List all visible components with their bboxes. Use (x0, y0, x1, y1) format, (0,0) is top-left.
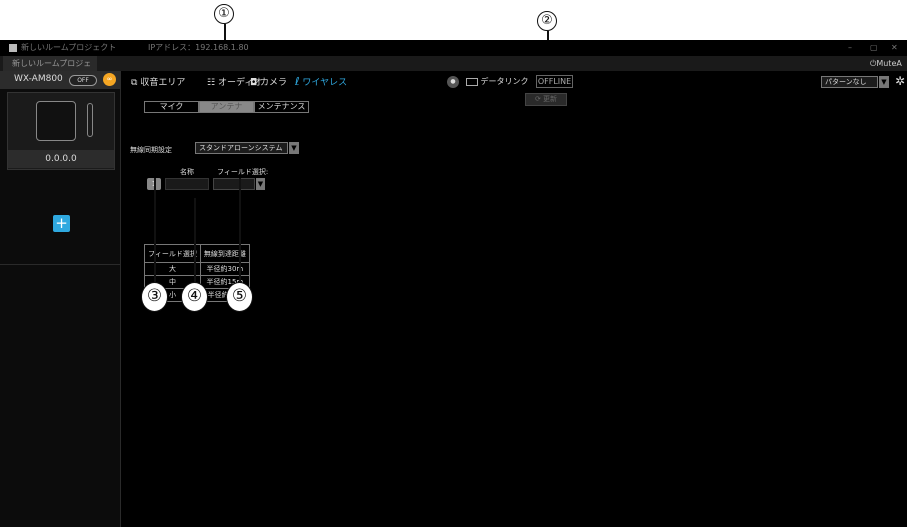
sidebar-divider (0, 264, 121, 265)
tab-label: ワイヤレス (302, 78, 348, 88)
microphone-icon (87, 103, 93, 137)
settings-gear-icon[interactable]: ✲ (895, 74, 905, 88)
callout-4: ④ (181, 282, 208, 312)
project-title: 新しいルームプロジェクト (21, 43, 117, 52)
camera-icon: ◘ (250, 78, 258, 88)
table-cell: 大 (144, 262, 201, 276)
minimize-icon[interactable]: – (848, 40, 852, 56)
offline-status: OFFLINE (536, 75, 573, 88)
pattern-select[interactable]: パターンなし (821, 76, 878, 88)
maximize-icon[interactable]: ▢ (870, 40, 878, 56)
datalink-button[interactable]: データリンク (466, 76, 529, 87)
callout-3-leader (154, 178, 156, 282)
wireless-icon: ℓ (295, 75, 300, 88)
table-header-row: フィールド選択 無線到達距離 (144, 244, 250, 263)
device-name: WX-AM800 (14, 74, 63, 84)
callout-5: ⑤ (226, 282, 253, 312)
sync-dropdown-icon[interactable]: ▼ (289, 142, 299, 154)
callout-3: ③ (141, 282, 168, 312)
tab-label: カメラ (260, 78, 288, 88)
subtab-mic[interactable]: マイク (144, 101, 199, 113)
tab-camera[interactable]: ◘ カメラ (250, 75, 287, 88)
add-device-button[interactable]: + (53, 215, 70, 232)
device-ip: 0.0.0.0 (8, 150, 114, 168)
link-badge-icon: ∞ (103, 73, 116, 86)
callout-5-leader (239, 178, 241, 282)
table-header-cell: フィールド選択 (144, 244, 201, 263)
device-off-toggle[interactable]: OFF (69, 75, 97, 86)
sync-select[interactable]: スタンドアローンシステム (195, 142, 288, 154)
device-card[interactable]: 0.0.0.0 (7, 92, 115, 170)
mute-all-button[interactable]: ⏻MuteA (870, 56, 902, 71)
callout-2: ② (537, 11, 557, 31)
tab-sound-area[interactable]: ⧉ 収音エリア (131, 75, 185, 88)
menu-bar: 新しいルームプロジェ ⏻MuteA (0, 56, 907, 71)
subtab-antenna[interactable]: アンテナ (199, 101, 254, 113)
app-window: 新しいルームプロジェクト IPアドレス：192.168.1.80 – ▢ ✕ 新… (0, 40, 907, 527)
audio-icon: ☷ (207, 78, 216, 88)
app-logo-icon (9, 44, 17, 52)
callout-1: ① (214, 4, 234, 24)
field-select[interactable] (213, 178, 255, 190)
tab-wireless[interactable]: ℓ ワイヤレス (295, 75, 347, 88)
table-cell: 半径約30m (199, 262, 250, 276)
pattern-dropdown-icon[interactable]: ▼ (879, 76, 889, 88)
project-tab[interactable]: 新しいルームプロジェ (3, 56, 98, 71)
field-dropdown-icon[interactable]: ▼ (256, 178, 265, 190)
table-row: 大 半径約30m (144, 262, 250, 276)
device-header: WX-AM800 OFF ∞ (0, 71, 121, 89)
close-icon[interactable]: ✕ (891, 40, 898, 56)
callout-4-leader (194, 198, 196, 282)
field-header: フィールド選択: (217, 168, 269, 176)
pattern-value: パターンなし (825, 78, 867, 86)
sync-label: 無線同期設定 (130, 146, 172, 154)
sound-area-icon: ⧉ (131, 78, 138, 88)
mic-button[interactable]: ● (447, 76, 459, 88)
subtab-maintenance[interactable]: メンテナンス (254, 101, 309, 113)
datalink-label: データリンク (480, 77, 529, 86)
receiver-icon (36, 101, 76, 141)
ip-address: IPアドレス：192.168.1.80 (148, 43, 249, 52)
name-input[interactable] (165, 178, 209, 190)
refresh-button[interactable]: ⟳ 更新 (525, 93, 567, 106)
tab-label: 収音エリア (140, 78, 186, 88)
name-header: 名称 (180, 168, 194, 176)
title-bar: 新しいルームプロジェクト IPアドレス：192.168.1.80 – ▢ ✕ (0, 40, 907, 56)
datalink-icon (466, 77, 478, 86)
device-sidebar: WX-AM800 OFF ∞ 0.0.0.0 + (0, 71, 121, 527)
sync-value: スタンドアローンシステム (199, 144, 283, 152)
table-header-cell: 無線到達距離 (199, 244, 250, 263)
